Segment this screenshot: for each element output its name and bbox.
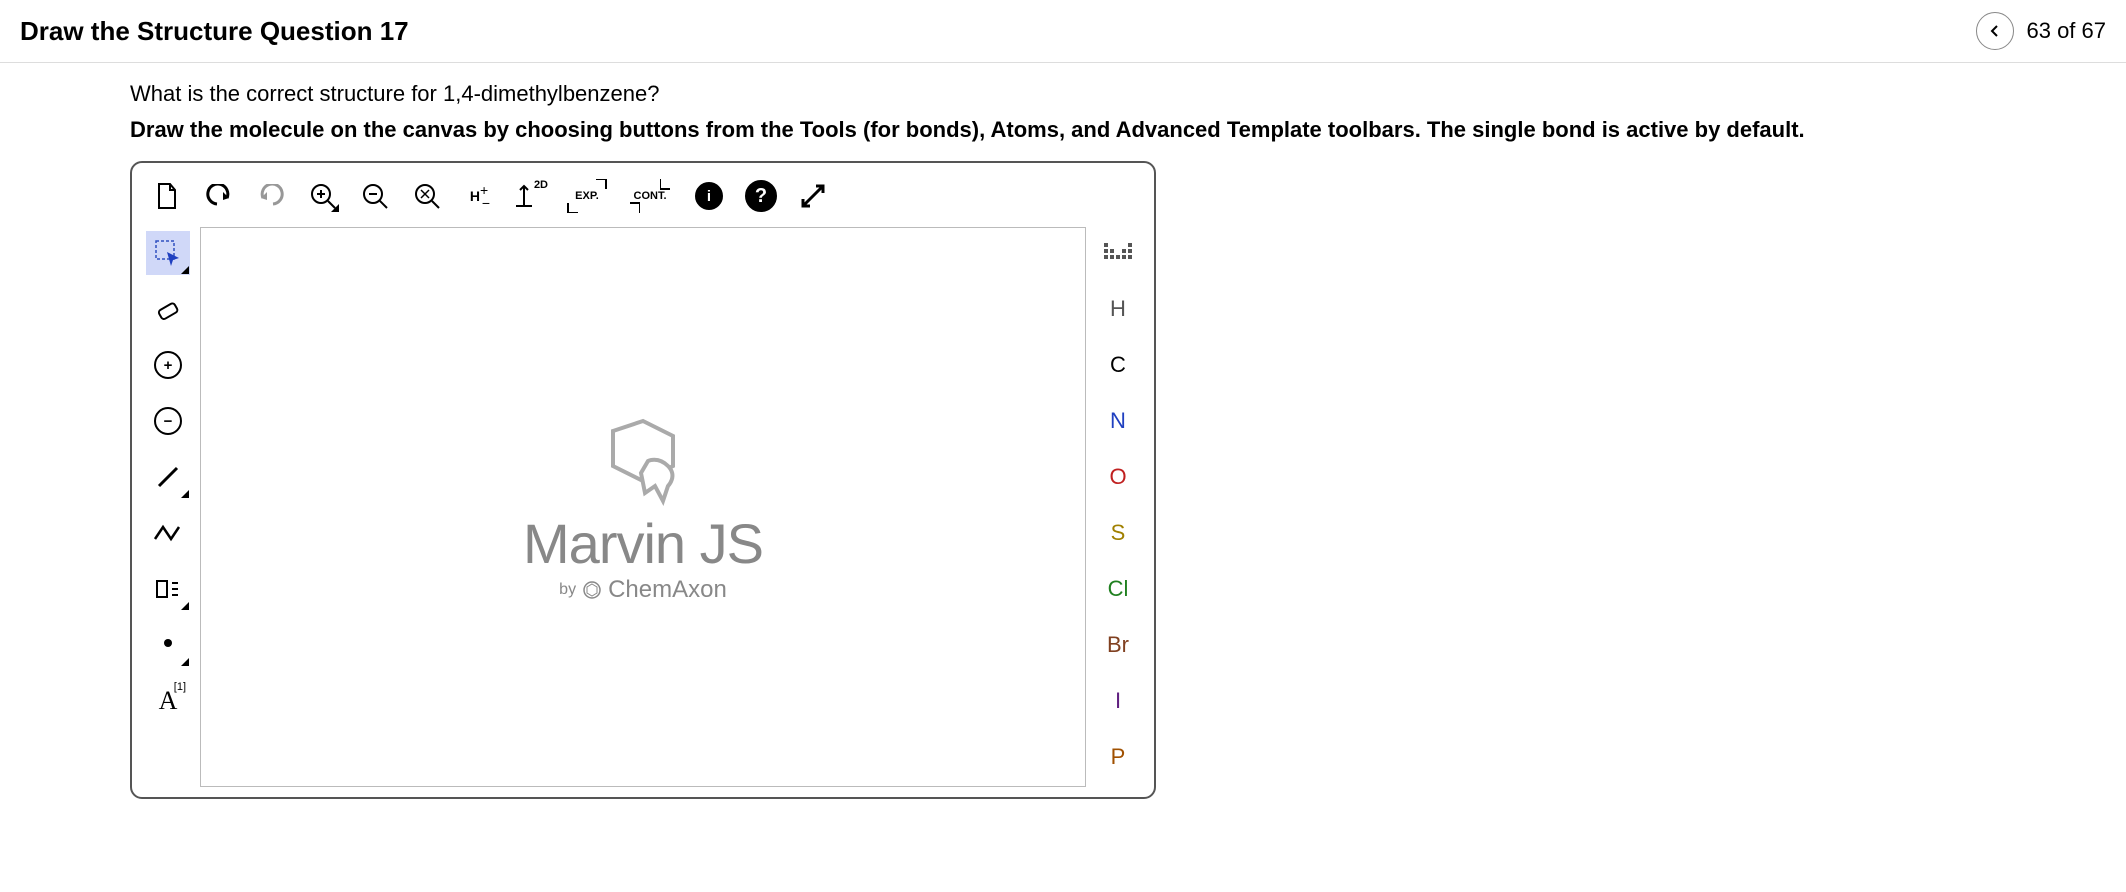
canvas-company-label: ChemAxon [608, 576, 727, 604]
atom-carbon-button[interactable]: C [1096, 343, 1140, 387]
atom-bromine-button[interactable]: Br [1096, 623, 1140, 667]
marvin-editor: H + − 2D EXP. CONT. i ? [130, 161, 1156, 799]
zoom-in-button[interactable] [306, 179, 340, 213]
question-position: 63 of 67 [2026, 18, 2106, 44]
hydrogen-label: H [470, 188, 480, 204]
zoom-out-icon [361, 182, 389, 210]
help-icon: ? [745, 180, 777, 212]
charge-plus-icon: + [154, 351, 182, 379]
single-bond-button[interactable] [146, 455, 190, 499]
instruction-text: Draw the molecule on the canvas by choos… [130, 117, 1996, 143]
hydrogen-toggle-button[interactable]: H + − [462, 179, 496, 213]
selection-tool-button[interactable] [146, 231, 190, 275]
radical-icon [158, 635, 178, 655]
chain-tool-button[interactable] [146, 511, 190, 555]
selection-icon [153, 238, 183, 268]
atom-iodine-button[interactable]: I [1096, 679, 1140, 723]
zoom-out-button[interactable] [358, 179, 392, 213]
expand-button[interactable]: EXP. [566, 179, 608, 213]
clean-2d-icon [514, 184, 534, 208]
canvas-placeholder-icon [583, 411, 703, 511]
charge-minus-icon: − [154, 407, 182, 435]
canvas-logo-text: Marvin JS [523, 511, 763, 576]
zoom-fit-icon [413, 182, 441, 210]
corner-bl-icon [566, 201, 578, 213]
eraser-tool-button[interactable] [146, 287, 190, 331]
info-icon: i [695, 182, 723, 210]
info-button[interactable]: i [692, 179, 726, 213]
redo-icon [257, 184, 285, 208]
periodic-table-icon [1103, 242, 1133, 264]
atom-map-button[interactable]: A [1] [146, 679, 190, 723]
content-area: What is the correct structure for 1,4-di… [0, 63, 2126, 799]
editor-body: + − [142, 227, 1144, 787]
help-button[interactable]: ? [744, 179, 778, 213]
contract-button[interactable]: CONT. [626, 179, 674, 213]
atom-phosphorus-button[interactable]: P [1096, 735, 1140, 779]
canvas-sub: by ChemAxon [559, 576, 727, 604]
corner-bl-in-icon [628, 201, 640, 213]
exp-label: EXP. [575, 190, 599, 202]
template-tool-button[interactable] [146, 567, 190, 611]
periodic-table-button[interactable] [1096, 231, 1140, 275]
corner-tr-in-icon [660, 179, 672, 191]
document-icon [155, 182, 179, 210]
clean-2d-button[interactable]: 2D [514, 179, 548, 213]
previous-question-button[interactable] [1976, 12, 2014, 50]
atom-chlorine-button[interactable]: Cl [1096, 567, 1140, 611]
atom-map-sup: [1] [174, 681, 186, 693]
page-header: Draw the Structure Question 17 63 of 67 [0, 0, 2126, 63]
fullscreen-icon [800, 183, 826, 209]
atoms-toolbar: H C N O S Cl Br I P [1092, 227, 1144, 787]
atom-sulfur-button[interactable]: S [1096, 511, 1140, 555]
chain-icon [153, 523, 183, 543]
eraser-icon [155, 296, 181, 322]
template-icon [154, 577, 182, 601]
new-document-button[interactable] [150, 179, 184, 213]
fullscreen-button[interactable] [796, 179, 830, 213]
corner-tr-icon [596, 179, 608, 191]
zoom-fit-button[interactable] [410, 179, 444, 213]
chemaxon-logo-icon [582, 580, 602, 600]
canvas-by-label: by [559, 581, 576, 599]
drawing-canvas[interactable]: Marvin JS by ChemAxon [200, 227, 1086, 787]
single-bond-icon [154, 463, 182, 491]
charge-minus-button[interactable]: − [146, 399, 190, 443]
undo-button[interactable] [202, 179, 236, 213]
question-text: What is the correct structure for 1,4-di… [130, 81, 1996, 107]
twod-label: 2D [534, 179, 548, 191]
chevron-left-icon [1988, 24, 2002, 38]
atom-nitrogen-button[interactable]: N [1096, 399, 1140, 443]
atom-hydrogen-button[interactable]: H [1096, 287, 1140, 331]
header-nav: 63 of 67 [1976, 12, 2106, 50]
charge-plus-button[interactable]: + [146, 343, 190, 387]
top-toolbar: H + − 2D EXP. CONT. i ? [142, 173, 1144, 227]
redo-button[interactable] [254, 179, 288, 213]
undo-icon [205, 184, 233, 208]
atom-oxygen-button[interactable]: O [1096, 455, 1140, 499]
page-title: Draw the Structure Question 17 [20, 16, 409, 47]
tools-toolbar: + − [142, 227, 194, 787]
radical-tool-button[interactable] [146, 623, 190, 667]
